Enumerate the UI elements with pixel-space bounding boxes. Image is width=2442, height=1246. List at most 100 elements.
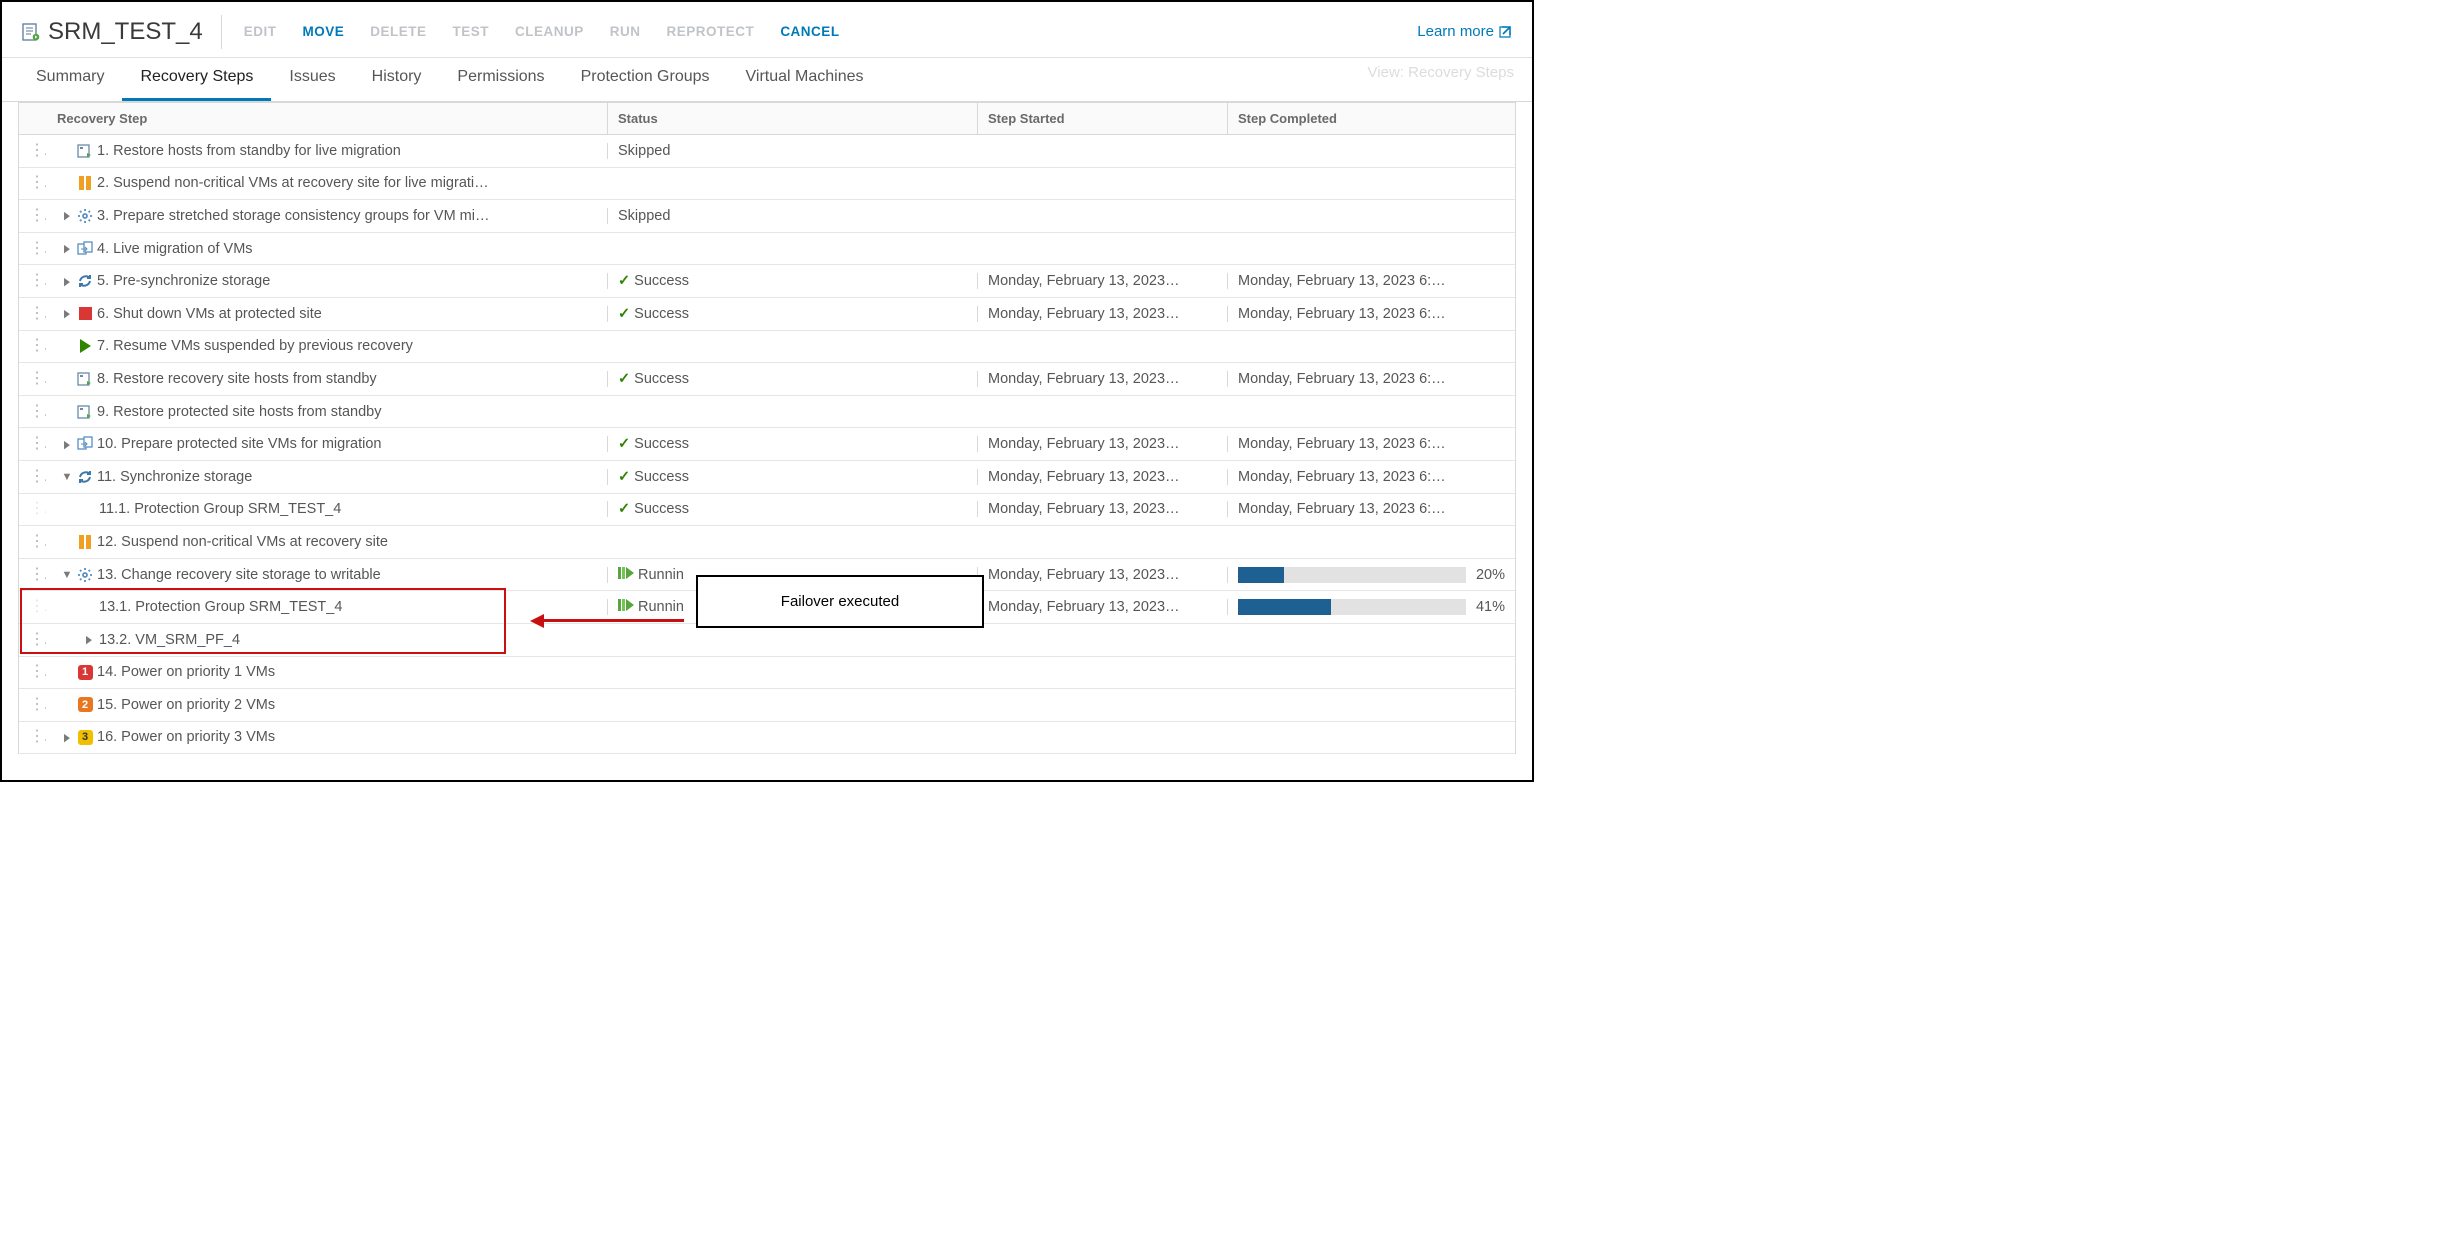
drag-handle[interactable]: ⋮ [19, 143, 47, 159]
table-row[interactable]: ⋮▶4. Live migration of VMs [19, 233, 1515, 266]
table-row[interactable]: ⋮ ▶ 3. Prepare stretched storage consisten… [19, 200, 1515, 233]
chevron-right-icon[interactable]: ▶ [63, 438, 71, 451]
col-recovery-step[interactable]: Recovery Step [47, 103, 607, 134]
title-bar: SRM_TEST_4 EDITMOVEDELETETESTCLEANUPRUNR… [2, 2, 1532, 58]
tab-history[interactable]: History [354, 58, 440, 101]
step-label: 5. Pre-synchronize storage [97, 273, 270, 289]
step-label: 7. Resume VMs suspended by previous reco… [97, 338, 413, 354]
step-label: 16. Power on priority 3 VMs [97, 729, 275, 745]
chevron-down-icon[interactable]: ▼ [61, 471, 73, 483]
col-status[interactable]: Status [607, 103, 977, 134]
started-cell: Monday, February 13, 2023… [977, 436, 1227, 452]
action-reprotect: REPROTECT [667, 24, 755, 39]
table-row[interactable]: ⋮ 1. Restore hosts from standby for live … [19, 135, 1515, 168]
table-row[interactable]: ⋮114. Power on priority 1 VMs [19, 657, 1515, 690]
tab-bar: SummaryRecovery StepsIssuesHistoryPermis… [2, 58, 1532, 102]
drag-handle[interactable]: ⋮ [19, 241, 47, 257]
drag-handle[interactable]: ⋮ [19, 501, 47, 517]
step-label: 13. Change recovery site storage to writ… [97, 567, 381, 583]
annotation-arrow-line [544, 619, 684, 622]
col-step-started[interactable]: Step Started [977, 103, 1227, 134]
drag-handle[interactable]: ⋮ [19, 371, 47, 387]
pause-icon [77, 175, 93, 191]
pause-icon [77, 534, 93, 550]
table-row[interactable]: ⋮8. Restore recovery site hosts from sta… [19, 363, 1515, 396]
drag-handle[interactable]: ⋮ [19, 208, 47, 224]
drag-handle[interactable]: ⋮ [19, 404, 47, 420]
gear-icon [77, 208, 93, 224]
table-row[interactable]: ⋮▶5. Pre-synchronize storage✓SuccessMond… [19, 265, 1515, 298]
tab-virtual-machines[interactable]: Virtual Machines [728, 58, 882, 101]
table-row[interactable]: ⋮ 7. Resume VMs suspended by previous rec… [19, 331, 1515, 364]
action-run: RUN [610, 24, 641, 39]
status-cell: ✓Success [607, 273, 977, 289]
chevron-right-icon[interactable]: ▶ [63, 209, 71, 222]
drag-handle[interactable]: ⋮ [19, 534, 47, 550]
tab-permissions[interactable]: Permissions [439, 58, 562, 101]
col-step-completed[interactable]: Step Completed [1227, 103, 1515, 134]
host-icon [77, 404, 93, 420]
drag-handle[interactable]: ⋮ [19, 273, 47, 289]
table-row[interactable]: ⋮215. Power on priority 2 VMs [19, 689, 1515, 722]
drag-handle[interactable]: ⋮ [19, 175, 47, 191]
step-label: 1. Restore hosts from standby for live m… [97, 143, 401, 159]
tab-issues[interactable]: Issues [271, 58, 353, 101]
host-icon [77, 371, 93, 387]
table-row[interactable]: ⋮11.1. Protection Group SRM_TEST_4✓Succe… [19, 494, 1515, 527]
drag-handle[interactable]: ⋮ [19, 338, 47, 354]
action-cancel[interactable]: CANCEL [780, 24, 839, 39]
recovery-steps-table: Recovery Step Status Step Started Step C… [18, 102, 1516, 754]
completed-cell: Monday, February 13, 2023 6:… [1227, 436, 1515, 452]
action-bar: EDITMOVEDELETETESTCLEANUPRUNREPROTECTCAN… [244, 24, 840, 39]
chevron-right-icon[interactable]: ▶ [63, 731, 71, 744]
step-label: 6. Shut down VMs at protected site [97, 306, 322, 322]
table-row[interactable]: ⋮2. Suspend non-critical VMs at recovery… [19, 168, 1515, 201]
completed-cell: Monday, February 13, 2023 6:… [1227, 306, 1515, 322]
table-row[interactable]: ⋮▶6. Shut down VMs at protected site✓Suc… [19, 298, 1515, 331]
status-cell: ✓Success [607, 371, 977, 387]
step-label: 11. Synchronize storage [97, 469, 252, 485]
drag-handle[interactable]: ⋮ [19, 697, 47, 713]
step-label: 11.1. Protection Group SRM_TEST_4 [99, 501, 341, 517]
chevron-right-icon[interactable]: ▶ [63, 242, 71, 255]
started-cell: Monday, February 13, 2023… [977, 501, 1227, 517]
chevron-right-icon[interactable]: ▶ [63, 307, 71, 320]
started-cell: Monday, February 13, 2023… [977, 371, 1227, 387]
progress-percent: 41% [1476, 599, 1505, 615]
progress-percent: 20% [1476, 567, 1505, 583]
step-label: 12. Suspend non-critical VMs at recovery… [97, 534, 388, 550]
annotation-arrow-head [530, 614, 544, 628]
gear-icon [77, 567, 93, 583]
status-cell: ✓Success [607, 436, 977, 452]
tab-summary[interactable]: Summary [18, 58, 122, 101]
table-row[interactable]: ⋮▶316. Power on priority 3 VMs [19, 722, 1515, 755]
table-row[interactable]: ⋮▼11. Synchronize storage✓SuccessMonday,… [19, 461, 1515, 494]
host-icon [77, 143, 93, 159]
chevron-down-icon[interactable]: ▼ [61, 569, 73, 581]
table-row[interactable]: ⋮ 12. Suspend non-critical VMs at recover… [19, 526, 1515, 559]
progress-bar [1238, 599, 1466, 615]
drag-handle[interactable]: ⋮ [19, 436, 47, 452]
drag-handle[interactable]: ⋮ [19, 469, 47, 485]
step-label: 9. Restore protected site hosts from sta… [97, 404, 382, 420]
tab-recovery-steps[interactable]: Recovery Steps [122, 58, 271, 101]
drag-handle[interactable]: ⋮ [19, 729, 47, 745]
chevron-right-icon[interactable]: ▶ [63, 275, 71, 288]
table-row[interactable]: ⋮ 9. Restore protected site hosts from st… [19, 396, 1515, 429]
started-cell: Monday, February 13, 2023… [977, 273, 1227, 289]
drag-handle[interactable]: ⋮ [19, 306, 47, 322]
recovery-plan-icon [22, 23, 40, 41]
drag-handle[interactable]: ⋮ [19, 664, 47, 680]
completed-cell: Monday, February 13, 2023 6:… [1227, 501, 1515, 517]
step-label: 3. Prepare stretched storage consistency… [97, 208, 489, 224]
priority-1-icon: 1 [77, 664, 93, 680]
drag-handle[interactable]: ⋮ [19, 567, 47, 583]
table-row[interactable]: ⋮ ▶ 10. Prepare protected site VMs for mig… [19, 428, 1515, 461]
completed-cell: Monday, February 13, 2023 6:… [1227, 273, 1515, 289]
action-delete: DELETE [370, 24, 426, 39]
learn-more-link[interactable]: Learn more [1417, 23, 1512, 40]
action-move[interactable]: MOVE [302, 24, 344, 39]
step-label: 10. Prepare protected site VMs for migra… [97, 436, 382, 452]
view-hint: View: Recovery Steps [1368, 64, 1514, 81]
tab-protection-groups[interactable]: Protection Groups [563, 58, 728, 101]
